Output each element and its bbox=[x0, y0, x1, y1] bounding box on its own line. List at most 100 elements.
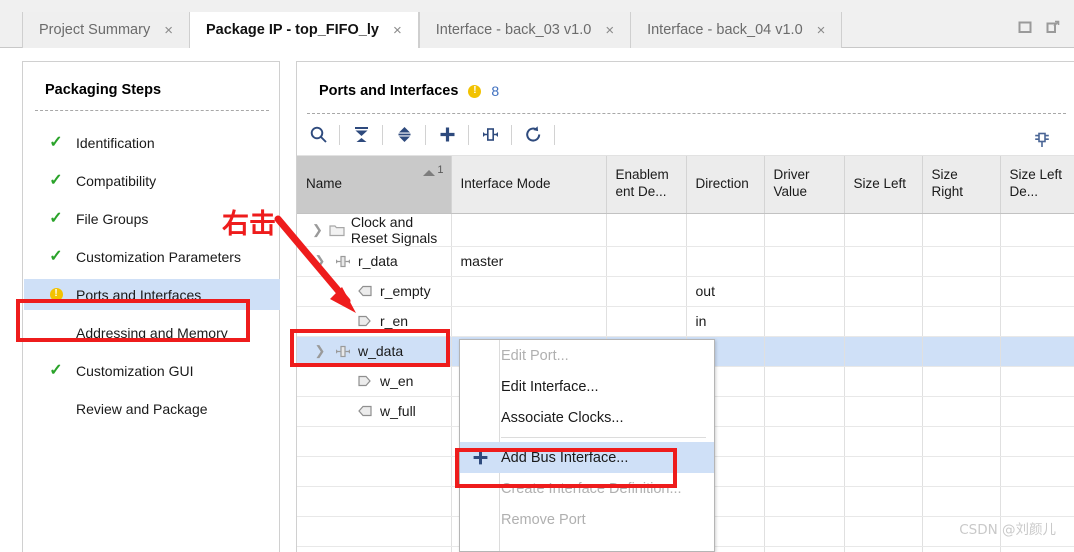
expand-all-icon[interactable] bbox=[383, 118, 425, 152]
cell-interface-mode[interactable]: master bbox=[451, 246, 607, 277]
cell-direction[interactable]: in bbox=[686, 306, 765, 337]
column-header-label: Driver Value bbox=[773, 167, 810, 200]
tab-3[interactable]: Interface - back_04 v1.0 × bbox=[630, 12, 842, 48]
column-header-enablem-ent-de[interactable]: Enablem ent De... bbox=[606, 156, 687, 214]
check-icon: ✓ bbox=[49, 361, 63, 379]
panel-header: Ports and Interfaces 8 bbox=[319, 83, 499, 100]
context-menu-item-edit-interface[interactable]: Edit Interface... bbox=[460, 371, 714, 402]
tab-close-icon[interactable]: × bbox=[162, 21, 175, 40]
interface-mode-icon[interactable] bbox=[469, 118, 511, 152]
tab-label: Interface - back_04 v1.0 bbox=[647, 22, 803, 38]
tab-close-icon[interactable]: × bbox=[815, 21, 828, 40]
cell-size-left-dep[interactable] bbox=[1000, 366, 1074, 397]
cell-size-right[interactable] bbox=[922, 366, 1001, 397]
collapse-all-icon[interactable] bbox=[340, 118, 382, 152]
maximize-icon[interactable] bbox=[1018, 20, 1032, 34]
cell-direction[interactable]: out bbox=[686, 276, 765, 307]
cell-direction[interactable] bbox=[686, 246, 765, 277]
cell-size-right[interactable] bbox=[922, 213, 1001, 247]
cell-size-right[interactable] bbox=[922, 306, 1001, 337]
table-row[interactable]: ❯ Clock and Reset Signals bbox=[297, 213, 1074, 247]
cell-size-left-dep[interactable] bbox=[1000, 336, 1074, 367]
cell-direction[interactable] bbox=[686, 213, 765, 247]
cell-driver-value[interactable] bbox=[764, 276, 845, 307]
warning-icon bbox=[468, 83, 482, 98]
table-row[interactable]: r_empty out bbox=[297, 276, 1074, 307]
cell-driver-value[interactable] bbox=[764, 396, 845, 427]
tab-strip-end bbox=[841, 12, 843, 48]
cell-empty bbox=[297, 486, 452, 517]
cell-size-right[interactable] bbox=[922, 276, 1001, 307]
tab-1[interactable]: Package IP - top_FIFO_ly × bbox=[188, 12, 419, 48]
column-header-size-left-de[interactable]: Size Left De... bbox=[1000, 156, 1074, 214]
cell-size-left[interactable] bbox=[844, 246, 923, 277]
window-controls bbox=[1018, 20, 1060, 34]
cell-interface-mode[interactable] bbox=[451, 213, 607, 247]
cell-driver-value[interactable] bbox=[764, 306, 845, 337]
cell-interface-mode[interactable] bbox=[451, 276, 607, 307]
context-menu-item-add-bus-interface[interactable]: Add Bus Interface... bbox=[460, 442, 714, 473]
sidebar-item-review-and-package[interactable]: Review and Package bbox=[24, 393, 280, 424]
sidebar-item-identification[interactable]: ✓ Identification bbox=[24, 127, 280, 158]
sidebar-item-ports-and-interfaces[interactable]: Ports and Interfaces bbox=[24, 279, 280, 310]
cell-enablement[interactable] bbox=[606, 306, 687, 337]
tab-label: Project Summary bbox=[39, 22, 151, 38]
expand-chevron-icon[interactable]: ❯ bbox=[312, 343, 328, 359]
table-row[interactable]: r_en in bbox=[297, 306, 1074, 337]
cell-size-left-dep[interactable] bbox=[1000, 246, 1074, 277]
cell-size-left[interactable] bbox=[844, 396, 923, 427]
context-menu-item-associate-clocks[interactable]: Associate Clocks... bbox=[460, 402, 714, 433]
cell-size-left[interactable] bbox=[844, 213, 923, 247]
cell-driver-value[interactable] bbox=[764, 366, 845, 397]
add-icon[interactable] bbox=[426, 118, 468, 152]
bus-interface-icon bbox=[334, 344, 352, 359]
cell-size-left-dep[interactable] bbox=[1000, 396, 1074, 427]
cell-enablement[interactable] bbox=[606, 246, 687, 277]
column-header-interface-mode[interactable]: Interface Mode bbox=[451, 156, 607, 214]
cell-empty bbox=[764, 546, 845, 552]
cell-name[interactable]: ❯ w_data bbox=[297, 336, 452, 367]
cell-size-left-dep[interactable] bbox=[1000, 213, 1074, 247]
sort-order-number: 1 bbox=[437, 164, 444, 176]
cell-empty bbox=[297, 546, 452, 552]
cell-name[interactable]: w_en bbox=[297, 366, 452, 397]
cell-size-right[interactable] bbox=[922, 336, 1001, 367]
port-pin-icon[interactable] bbox=[1021, 123, 1063, 157]
column-header-size-right[interactable]: Size Right bbox=[922, 156, 1001, 214]
tab-0[interactable]: Project Summary × bbox=[22, 12, 189, 48]
cell-size-right[interactable] bbox=[922, 246, 1001, 277]
cell-driver-value[interactable] bbox=[764, 336, 845, 367]
column-header-size-left[interactable]: Size Left bbox=[844, 156, 923, 214]
cell-size-left-dep[interactable] bbox=[1000, 306, 1074, 337]
cell-size-left[interactable] bbox=[844, 276, 923, 307]
cell-empty bbox=[922, 486, 1001, 517]
cell-empty bbox=[844, 486, 923, 517]
cell-size-right[interactable] bbox=[922, 396, 1001, 427]
tab-close-icon[interactable]: × bbox=[391, 21, 404, 40]
cell-driver-value[interactable] bbox=[764, 246, 845, 277]
cell-interface-mode[interactable] bbox=[451, 306, 607, 337]
cell-enablement[interactable] bbox=[606, 213, 687, 247]
warning-count[interactable]: 8 bbox=[491, 83, 499, 99]
port-name-label: r_en bbox=[380, 313, 409, 329]
tab-close-icon[interactable]: × bbox=[603, 21, 616, 40]
cell-size-left[interactable] bbox=[844, 306, 923, 337]
refresh-icon[interactable] bbox=[512, 118, 554, 152]
sidebar-item-compatibility[interactable]: ✓ Compatibility bbox=[24, 165, 280, 196]
port-context-menu[interactable]: Edit Port... Edit Interface... Associate C… bbox=[459, 339, 715, 552]
tab-2[interactable]: Interface - back_03 v1.0 × bbox=[418, 12, 631, 48]
table-row[interactable]: ❯ r_data master bbox=[297, 246, 1074, 277]
float-window-icon[interactable] bbox=[1046, 20, 1060, 34]
cell-name[interactable]: w_full bbox=[297, 396, 452, 427]
column-header-driver-value[interactable]: Driver Value bbox=[764, 156, 845, 214]
sidebar-item-customization-parameters[interactable]: ✓ Customization Parameters bbox=[24, 241, 280, 272]
cell-enablement[interactable] bbox=[606, 276, 687, 307]
cell-size-left[interactable] bbox=[844, 366, 923, 397]
sidebar-item-addressing-and-memory[interactable]: Addressing and Memory bbox=[24, 317, 280, 348]
cell-driver-value[interactable] bbox=[764, 213, 845, 247]
cell-size-left[interactable] bbox=[844, 336, 923, 367]
sidebar-item-customization-gui[interactable]: ✓ Customization GUI bbox=[24, 355, 280, 386]
cell-size-left-dep[interactable] bbox=[1000, 276, 1074, 307]
search-icon[interactable] bbox=[297, 118, 339, 152]
column-header-direction[interactable]: Direction bbox=[686, 156, 765, 214]
